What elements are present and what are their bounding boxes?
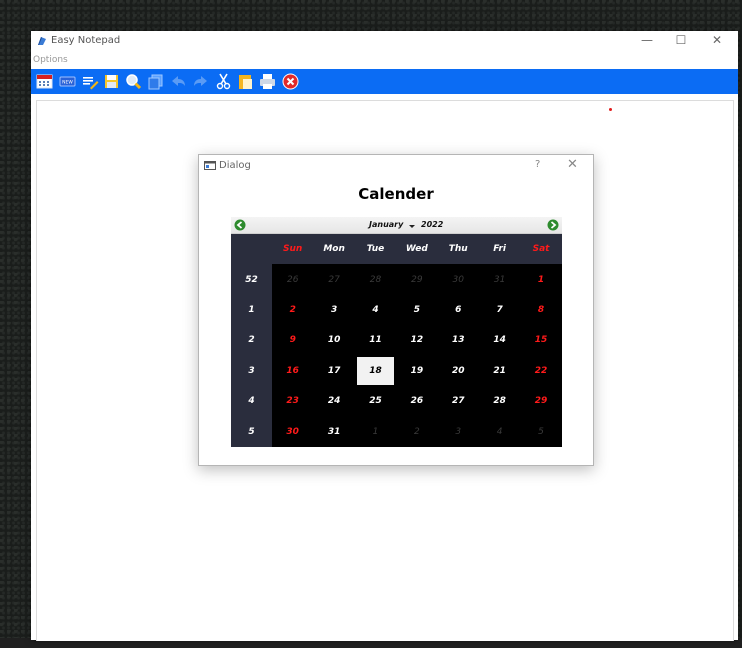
maximize-button[interactable]: ☐ [671, 33, 691, 47]
day-cell[interactable]: 8 [520, 294, 562, 326]
day-cell[interactable]: 5 [520, 416, 562, 447]
calendar-heading: Calender [358, 185, 434, 203]
title-bar: Easy Notepad — ☐ ✕ [31, 31, 738, 53]
cut-icon[interactable] [215, 73, 232, 90]
day-cell[interactable]: 27 [437, 385, 479, 417]
day-cell[interactable]: 29 [396, 264, 438, 295]
day-cell[interactable]: 20 [437, 355, 479, 386]
prev-month-icon[interactable] [234, 219, 246, 231]
redo-icon[interactable] [192, 73, 209, 90]
day-cell[interactable]: 9 [272, 325, 314, 356]
dialog-title-bar: Dialog ? ✕ [199, 155, 593, 177]
year-selector[interactable]: 2022 [421, 220, 443, 229]
week-number: 5 [231, 416, 272, 447]
day-cell[interactable]: 28 [354, 264, 397, 295]
day-cell[interactable]: 14 [478, 325, 521, 356]
day-cell[interactable]: 15 [520, 325, 562, 356]
week-number: 1 [231, 294, 272, 326]
week-number: 4 [231, 385, 272, 417]
day-cell[interactable]: 4 [478, 416, 521, 447]
day-cell[interactable]: 10 [313, 325, 355, 356]
day-cell[interactable]: 4 [354, 294, 397, 326]
day-cell[interactable]: 1 [520, 264, 562, 295]
day-cell[interactable]: 5 [396, 294, 438, 326]
day-cell[interactable]: 23 [272, 385, 314, 417]
calendar-icon[interactable] [36, 73, 53, 90]
week-number: 3 [231, 355, 272, 386]
notepad-app-icon [38, 37, 46, 45]
day-cell[interactable]: 13 [437, 325, 479, 356]
close-button[interactable]: ✕ [707, 33, 727, 47]
day-cell[interactable]: 31 [478, 264, 521, 295]
day-cell[interactable]: 26 [272, 264, 314, 295]
day-cell[interactable]: 12 [396, 325, 438, 356]
day-cell[interactable]: 7 [478, 294, 521, 326]
week-number: 52 [231, 264, 272, 295]
find-icon[interactable] [125, 73, 142, 90]
month-selector[interactable]: January [369, 220, 403, 229]
day-cell[interactable]: 30 [437, 264, 479, 295]
undo-icon[interactable] [170, 73, 187, 90]
edit-icon[interactable] [82, 73, 99, 90]
svg-text:NEW: NEW [62, 80, 73, 86]
minimize-button[interactable]: — [637, 33, 657, 47]
day-cell[interactable]: 21 [478, 355, 521, 386]
weekday-header: Tue [354, 234, 397, 265]
weekday-header: Sun [272, 234, 314, 265]
month-dropdown-caret-icon[interactable] [409, 225, 415, 228]
copy-icon[interactable] [147, 73, 164, 90]
weekday-header: Thu [437, 234, 479, 265]
day-cell[interactable]: 24 [313, 385, 355, 417]
day-cell[interactable]: 1 [354, 416, 397, 447]
dialog-window-icon [204, 161, 216, 170]
day-cell[interactable]: 16 [272, 355, 314, 386]
weekday-header: Sat [520, 234, 562, 265]
calendar-dialog: Dialog ? ✕ Calender January 2022 Sun Mon T… [198, 154, 594, 466]
day-cell[interactable]: 25 [354, 385, 397, 417]
week-number: 2 [231, 325, 272, 356]
day-cell[interactable]: 29 [520, 385, 562, 417]
day-cell[interactable]: 2 [272, 294, 314, 326]
toolbar: NEW [31, 69, 738, 94]
app-title: Easy Notepad [51, 35, 121, 46]
next-month-icon[interactable] [547, 219, 559, 231]
save-icon[interactable] [103, 73, 120, 90]
day-cell[interactable]: 3 [437, 416, 479, 447]
day-cell[interactable]: 6 [437, 294, 479, 326]
exit-icon[interactable] [282, 73, 299, 90]
print-icon[interactable] [259, 73, 276, 90]
day-cell[interactable]: 19 [396, 355, 438, 386]
calendar-widget: January 2022 Sun Mon Tue Wed Thu Fri Sat 52 26 27… [231, 217, 562, 447]
day-cell[interactable]: 30 [272, 416, 314, 447]
day-cell[interactable]: 27 [313, 264, 355, 295]
calendar-grid: Sun Mon Tue Wed Thu Fri Sat 52 26 27 28 29 30 31 1 1 2 3 4… [231, 234, 562, 447]
menu-bar: Options [31, 53, 738, 69]
day-cell[interactable]: 2 [396, 416, 438, 447]
dialog-title: Dialog [219, 160, 251, 171]
cursor-dot [609, 108, 612, 111]
day-cell[interactable]: 11 [354, 325, 397, 356]
paste-icon[interactable] [237, 73, 254, 90]
menu-options[interactable]: Options [33, 55, 68, 65]
selected-day-cell[interactable]: 18 [356, 356, 395, 385]
day-cell[interactable]: 31 [313, 416, 355, 447]
calendar-navigation: January 2022 [231, 217, 562, 234]
day-cell[interactable]: 26 [396, 385, 438, 417]
dialog-close-button[interactable]: ✕ [567, 157, 578, 172]
weekday-header: Mon [313, 234, 355, 265]
new-icon[interactable]: NEW [59, 73, 76, 90]
day-cell[interactable]: 22 [520, 355, 562, 386]
weekday-header: Fri [478, 234, 521, 265]
weekday-header: Wed [396, 234, 438, 265]
day-cell[interactable]: 17 [313, 355, 355, 386]
day-cell[interactable]: 28 [478, 385, 521, 417]
dialog-body: Calender January 2022 Sun Mon Tue Wed Thu Fri… [200, 178, 592, 464]
help-button[interactable]: ? [535, 159, 540, 170]
calendar-corner [231, 234, 272, 265]
day-cell[interactable]: 3 [313, 294, 355, 326]
